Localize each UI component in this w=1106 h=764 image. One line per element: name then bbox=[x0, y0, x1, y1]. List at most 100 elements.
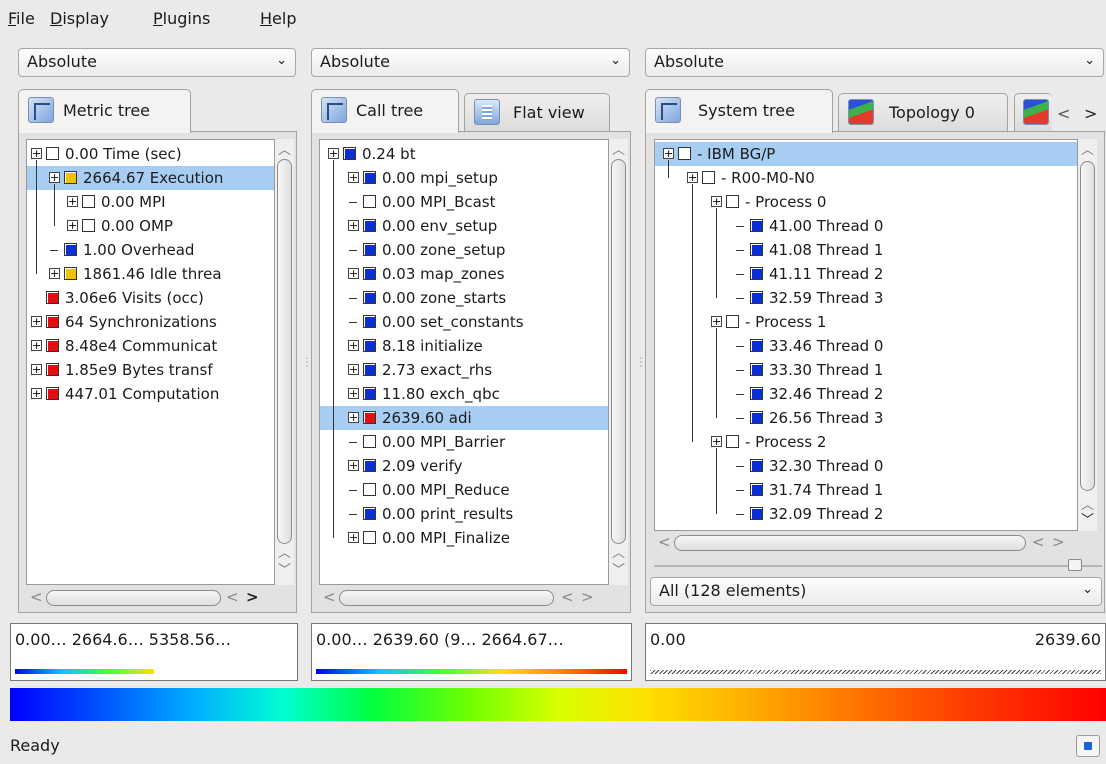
tab-system-tree[interactable]: System tree bbox=[645, 89, 833, 133]
scroll-left-icon[interactable]: < bbox=[30, 588, 43, 606]
tree-row[interactable]: 32.30 Thread 0 bbox=[655, 454, 1077, 478]
expand-toggle-icon[interactable]: + bbox=[31, 364, 42, 375]
menu-display[interactable]: Display bbox=[50, 9, 109, 28]
expand-toggle-icon[interactable]: + bbox=[31, 388, 42, 399]
scroll-down-icon[interactable]: ﹀ bbox=[275, 559, 294, 578]
tree-row[interactable]: 32.59 Thread 3 bbox=[655, 286, 1077, 310]
scroll-thumb[interactable] bbox=[674, 535, 1026, 551]
call-mode-combo[interactable]: Absolute ⌄ bbox=[311, 48, 630, 77]
tree-row[interactable]: + - Process 0 bbox=[655, 190, 1077, 214]
tree-row[interactable]: 0.00 print_results bbox=[320, 502, 608, 526]
scroll-left-icon[interactable]: < bbox=[1032, 533, 1045, 551]
tree-row[interactable]: + - Process 1 bbox=[655, 310, 1077, 334]
system-horizontal-scrollbar[interactable]: < < > bbox=[654, 531, 1078, 555]
expand-toggle-icon[interactable]: + bbox=[31, 316, 42, 327]
menu-file[interactable]: File bbox=[8, 9, 35, 28]
tree-row[interactable]: 0.00 zone_starts bbox=[320, 286, 608, 310]
expand-toggle-icon[interactable]: + bbox=[67, 196, 78, 207]
expand-toggle-icon[interactable]: + bbox=[348, 412, 359, 423]
scroll-left-icon[interactable]: < bbox=[658, 533, 671, 551]
expand-toggle-icon[interactable]: + bbox=[31, 340, 42, 351]
tree-row[interactable]: 41.00 Thread 0 bbox=[655, 214, 1077, 238]
tree-row[interactable]: +0.03 map_zones bbox=[320, 262, 608, 286]
tree-row[interactable]: 41.11 Thread 2 bbox=[655, 262, 1077, 286]
tree-row[interactable]: +11.80 exch_qbc bbox=[320, 382, 608, 406]
expand-toggle-icon[interactable]: + bbox=[711, 316, 722, 327]
expand-toggle-icon[interactable]: + bbox=[711, 436, 722, 447]
system-filter-combo[interactable]: All (128 elements) ⌄ bbox=[650, 577, 1102, 606]
tree-row[interactable]: +0.00 MPI_Finalize bbox=[320, 526, 608, 550]
scroll-up-icon[interactable]: ︿ bbox=[1078, 139, 1097, 158]
tree-row[interactable]: +0.00 Time (sec) bbox=[27, 142, 274, 166]
tree-row[interactable]: +64 Synchronizations bbox=[27, 310, 274, 334]
expand-toggle-icon[interactable]: + bbox=[348, 364, 359, 375]
menu-help[interactable]: Help bbox=[260, 9, 296, 28]
tree-row[interactable]: 33.46 Thread 0 bbox=[655, 334, 1077, 358]
tree-row[interactable]: 0.00 zone_setup bbox=[320, 238, 608, 262]
tree-row[interactable]: 41.08 Thread 1 bbox=[655, 238, 1077, 262]
tree-row[interactable]: 1.00 Overhead bbox=[27, 238, 274, 262]
tree-row[interactable]: 26.56 Thread 3 bbox=[655, 406, 1077, 430]
expand-toggle-icon[interactable]: + bbox=[348, 532, 359, 543]
tree-row[interactable]: +0.00 MPI bbox=[27, 190, 274, 214]
scroll-down-icon[interactable]: ﹀ bbox=[1078, 509, 1097, 528]
scroll-thumb[interactable] bbox=[46, 590, 221, 606]
tree-row[interactable]: + - IBM BG/P bbox=[655, 142, 1077, 166]
system-vertical-scrollbar[interactable]: ︿ ︿ ﹀ bbox=[1078, 139, 1097, 531]
expand-toggle-icon[interactable]: + bbox=[49, 172, 60, 183]
scroll-thumb[interactable] bbox=[277, 159, 292, 544]
tab-metric-tree[interactable]: Metric tree bbox=[18, 89, 191, 133]
expand-toggle-icon[interactable]: + bbox=[687, 172, 698, 183]
expand-toggle-icon[interactable]: + bbox=[348, 268, 359, 279]
metric-vertical-scrollbar[interactable]: ︿ ︿ ﹀ bbox=[275, 139, 294, 585]
system-mode-combo[interactable]: Absolute ⌄ bbox=[645, 48, 1104, 77]
expand-toggle-icon[interactable]: + bbox=[328, 148, 339, 159]
expand-toggle-icon[interactable]: + bbox=[31, 148, 42, 159]
scroll-thumb[interactable] bbox=[339, 590, 554, 606]
metric-mode-combo[interactable]: Absolute ⌄ bbox=[18, 48, 296, 77]
scroll-left-icon[interactable]: < bbox=[323, 588, 336, 606]
scroll-down-icon[interactable]: ﹀ bbox=[609, 559, 628, 578]
tree-row[interactable]: +1.85e9 Bytes transf bbox=[27, 358, 274, 382]
scroll-right-icon[interactable]: > bbox=[246, 588, 259, 606]
system-tree[interactable]: + - IBM BG/P + - R00-M0-N0 + - Process 0 41.00… bbox=[654, 139, 1078, 531]
tab-scroll-left-button[interactable]: < bbox=[1057, 104, 1070, 123]
tree-row[interactable]: +447.01 Computation bbox=[27, 382, 274, 406]
tree-row[interactable]: 33.30 Thread 1 bbox=[655, 358, 1077, 382]
expand-toggle-icon[interactable]: + bbox=[348, 172, 359, 183]
tree-row[interactable]: +2639.60 adi bbox=[320, 406, 608, 430]
expand-toggle-icon[interactable]: + bbox=[67, 220, 78, 231]
scroll-left-icon[interactable]: < bbox=[561, 588, 574, 606]
scroll-thumb[interactable] bbox=[611, 159, 626, 544]
tab-scroll-right-button[interactable]: > bbox=[1084, 104, 1097, 123]
expand-toggle-icon[interactable]: + bbox=[663, 148, 674, 159]
scroll-up-icon[interactable]: ︿ bbox=[609, 139, 628, 158]
tree-row[interactable]: +0.00 OMP bbox=[27, 214, 274, 238]
tree-row[interactable]: + - Process 2 bbox=[655, 430, 1077, 454]
zoom-slider-handle[interactable] bbox=[1068, 559, 1082, 571]
tree-row[interactable]: +0.24 bt bbox=[320, 142, 608, 166]
scroll-thumb[interactable] bbox=[1080, 161, 1095, 491]
tree-row[interactable]: 3.06e6 Visits (occ) bbox=[27, 286, 274, 310]
tree-row[interactable]: +0.00 mpi_setup bbox=[320, 166, 608, 190]
tree-row[interactable]: +0.00 env_setup bbox=[320, 214, 608, 238]
tree-row[interactable]: 0.00 MPI_Bcast bbox=[320, 190, 608, 214]
tree-row[interactable]: 31.74 Thread 1 bbox=[655, 478, 1077, 502]
metric-tree[interactable]: +0.00 Time (sec) +2664.67 Execution +0.00 … bbox=[26, 139, 275, 585]
call-tree[interactable]: +0.24 bt +0.00 mpi_setup 0.00 MPI_Bcast +0.… bbox=[319, 139, 609, 585]
scroll-right-icon[interactable]: > bbox=[1052, 533, 1065, 551]
metric-horizontal-scrollbar[interactable]: < < > bbox=[26, 586, 275, 610]
tree-row[interactable]: +8.48e4 Communicat bbox=[27, 334, 274, 358]
tab-topology-0[interactable]: Topology 0 bbox=[838, 93, 1008, 132]
splitter-handle[interactable]: ⋮ bbox=[301, 355, 313, 369]
tree-row[interactable]: 32.09 Thread 2 bbox=[655, 502, 1077, 526]
tree-row[interactable]: 0.00 MPI_Reduce bbox=[320, 478, 608, 502]
expand-toggle-icon[interactable]: + bbox=[711, 196, 722, 207]
tree-row[interactable]: +8.18 initialize bbox=[320, 334, 608, 358]
tree-row[interactable]: + - R00-M0-N0 bbox=[655, 166, 1077, 190]
tree-row[interactable]: +2.09 verify bbox=[320, 454, 608, 478]
splitter-handle[interactable]: ⋮ bbox=[635, 355, 647, 369]
tree-row[interactable]: 0.00 MPI_Barrier bbox=[320, 430, 608, 454]
expand-toggle-icon[interactable]: + bbox=[348, 220, 359, 231]
tree-row[interactable]: +2664.67 Execution bbox=[27, 166, 274, 190]
